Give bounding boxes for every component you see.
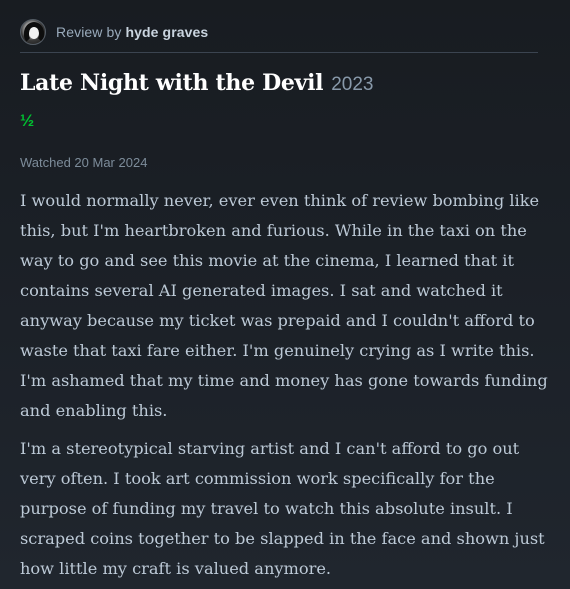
star-rating: ½	[20, 111, 35, 130]
header-divider	[20, 52, 538, 53]
reviewer-name-link[interactable]: hyde graves	[125, 24, 208, 40]
avatar-hair	[24, 22, 44, 44]
review-by-line: Review by hyde graves	[56, 24, 208, 40]
watched-date: Watched 20 Mar 2024	[20, 155, 148, 170]
review-body: I would normally never, ever even think …	[20, 186, 550, 589]
review-paragraph: I would normally never, ever even think …	[20, 191, 548, 420]
film-year-link[interactable]: 2023	[331, 74, 373, 96]
review-page: Review by hyde graves Late Night with th…	[0, 0, 570, 589]
reviewer-header: Review by hyde graves	[20, 18, 208, 46]
review-by-prefix: Review by	[56, 24, 122, 40]
avatar[interactable]	[20, 19, 46, 45]
film-title-row: Late Night with the Devil 2023	[20, 70, 374, 96]
review-paragraph: I'm a stereotypical starving artist and …	[20, 439, 545, 578]
film-title-link[interactable]: Late Night with the Devil	[20, 70, 324, 96]
